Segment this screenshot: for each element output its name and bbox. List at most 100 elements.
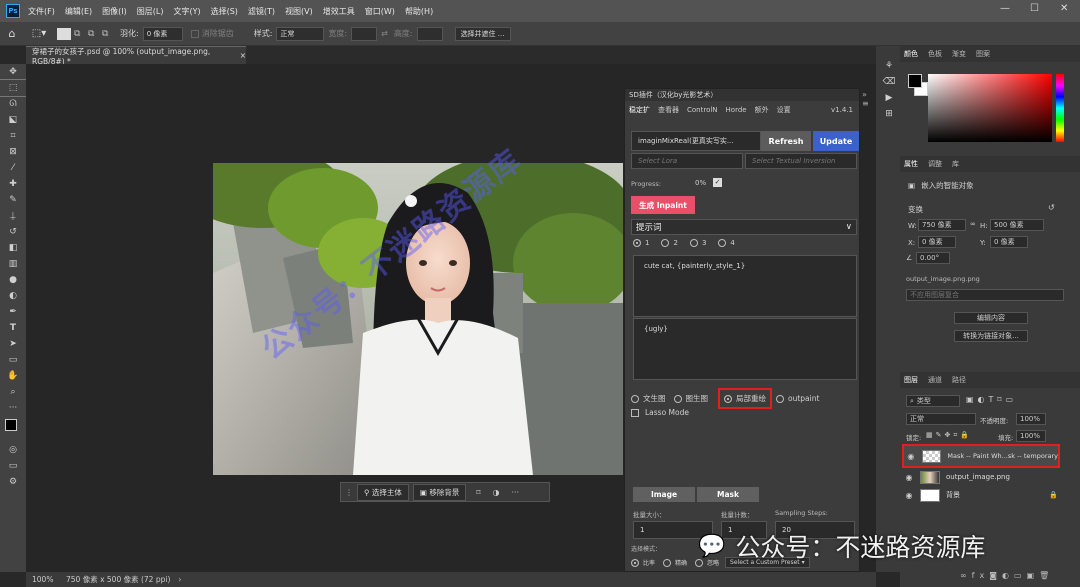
rectangle-tool-icon[interactable]: ▭ (0, 352, 26, 368)
angle-field[interactable]: 0.00° (916, 252, 950, 264)
hue-slider[interactable] (1056, 74, 1064, 142)
menu-edit[interactable]: 编辑(E) (65, 6, 92, 17)
marquee-preset-icon[interactable]: ⬚▾ (24, 28, 54, 39)
sd-tab-stable[interactable]: 稳定扩 (629, 105, 650, 115)
selection-precise-radio[interactable] (663, 558, 672, 567)
color-picker-field[interactable] (928, 74, 1052, 142)
update-button[interactable]: Update (813, 131, 859, 151)
width-input[interactable] (351, 26, 378, 41)
mode-img2img-radio[interactable] (673, 394, 682, 403)
more-tools-icon[interactable]: ··· (0, 400, 26, 416)
new-selection-icon[interactable] (57, 27, 71, 40)
swap-icon[interactable]: ⇄ (381, 29, 388, 38)
add-selection-icon[interactable]: ⧉ (74, 29, 88, 39)
remove-background-button[interactable]: ▣ 移除背景 (412, 483, 467, 501)
height-input[interactable] (416, 26, 443, 41)
layer-row-background[interactable]: ◉ 背景 🔒 (902, 486, 1076, 504)
menu-window[interactable]: 窗口(W) (365, 6, 395, 17)
lock-icons[interactable]: ▦✎✥⌗🔒 (926, 431, 972, 440)
menu-type[interactable]: 文字(Y) (173, 6, 200, 17)
document-tab[interactable]: 穿裙子的女孩子.psd @ 100% (output_image.png, RG… (26, 46, 246, 66)
height-field[interactable]: 500 像素 (990, 219, 1044, 231)
menu-plugins[interactable]: 增效工具 (323, 6, 355, 17)
layer-row-output-image[interactable]: ◉ output_image.png (902, 468, 1076, 486)
feather-input[interactable]: 0 像素 (142, 26, 183, 41)
sd-tab-extras[interactable]: 额外 (755, 105, 769, 115)
y-field[interactable]: 0 像素 (990, 236, 1028, 248)
negative-prompt-textarea[interactable]: {ugly} (633, 318, 857, 380)
close-tab-icon[interactable]: × (240, 51, 246, 60)
positive-prompt-textarea[interactable]: cute cat, {painterly_style_1} (633, 255, 857, 317)
tab-swatches[interactable]: 色板 (928, 49, 942, 59)
menu-file[interactable]: 文件(F) (28, 6, 55, 17)
foreground-color-icon[interactable] (5, 419, 17, 431)
prompt-slot-3-radio[interactable] (689, 239, 698, 247)
transform-icon[interactable]: ⌑ (476, 488, 480, 497)
lasso-tool-icon[interactable]: ᘏ (0, 96, 26, 112)
layer-filter-icons[interactable]: ▣◐T⌑▭ (966, 395, 1017, 404)
screen-mode-icon[interactable]: ▭ (0, 458, 26, 474)
select-textual-inversion-input[interactable]: Select Textual Inversion (745, 153, 857, 169)
tab-properties[interactable]: 属性 (904, 159, 918, 169)
layer-footer-icons[interactable]: ∞fx◙◐▭▣🗑 (960, 571, 1054, 580)
antialias-checkbox[interactable] (190, 29, 199, 38)
hand-tool-icon[interactable]: ✋ (0, 368, 26, 384)
menu-layer[interactable]: 图层(L) (137, 6, 164, 17)
quick-mask-icon[interactable]: ◎ (0, 442, 26, 458)
panel-collapse-strip[interactable]: » ≡ (862, 90, 874, 122)
mode-txt2img-radio[interactable] (631, 394, 639, 403)
expand-panel-icon[interactable]: » (862, 90, 874, 99)
convert-to-linked-button[interactable]: 转换为链接对象... (954, 330, 1028, 342)
frame-tool-icon[interactable]: ⊠ (0, 144, 26, 160)
zoom-level[interactable]: 100% (26, 575, 66, 584)
history-brush-icon[interactable]: ↺ (0, 224, 26, 240)
adjust-icon[interactable]: ◑ (492, 488, 499, 497)
tab-color[interactable]: 颜色 (904, 49, 918, 59)
move-tool-icon[interactable]: ✥ (0, 64, 26, 80)
properties-panel-icon[interactable]: ⊞ (876, 106, 902, 122)
drag-handle-icon[interactable]: ⋮ (345, 488, 353, 497)
panel-menu-icon[interactable]: ≡ (862, 99, 874, 108)
maximize-button[interactable]: ☐ (1030, 3, 1039, 14)
more-options-icon[interactable]: ··· (511, 488, 519, 497)
plugin-icon[interactable]: ⚘ (876, 58, 902, 74)
menu-view[interactable]: 视图(V) (285, 6, 313, 17)
path-select-icon[interactable]: ➤ (0, 336, 26, 352)
menu-help[interactable]: 帮助(H) (405, 6, 433, 17)
intersect-selection-icon[interactable]: ⧉ (102, 29, 120, 39)
sd-tab-settings[interactable]: 设置 (777, 105, 791, 115)
visibility-eye-icon[interactable]: ◉ (902, 473, 916, 482)
sd-tab-horde[interactable]: Horde (726, 106, 747, 114)
layer-comp-select[interactable]: 不应用图层复合 (906, 289, 1064, 301)
prompt-slot-1-radio[interactable] (633, 239, 641, 247)
link-icon[interactable]: ∞ (970, 220, 976, 228)
opacity-field[interactable]: 100% (1016, 413, 1046, 425)
select-lora-input[interactable]: Select Lora (631, 153, 743, 169)
lasso-mode-checkbox[interactable] (631, 408, 639, 417)
pen-tool-icon[interactable]: ✒ (0, 304, 26, 320)
refresh-button[interactable]: Refresh (761, 131, 811, 151)
tab-paths[interactable]: 路径 (952, 375, 966, 385)
type-tool-icon[interactable]: T (0, 320, 26, 336)
subtract-selection-icon[interactable]: ⧉ (88, 29, 102, 39)
tab-libraries[interactable]: 库 (952, 159, 959, 169)
eyedropper-tool-icon[interactable]: ⁄ (0, 160, 26, 176)
generate-inpaint-button[interactable]: 生成 Inpaint (631, 196, 695, 214)
status-arrow-icon[interactable]: › (178, 575, 181, 584)
mask-button[interactable]: Mask (697, 487, 759, 502)
layer-row-mask[interactable]: ◉ Mask -- Paint Wh...sk -- temporary (902, 444, 1060, 468)
crop-tool-icon[interactable]: ⌗ (0, 128, 26, 144)
prompt-section-header[interactable]: 提示词 ∨ (631, 219, 857, 235)
prompt-slot-2-radio[interactable] (661, 239, 670, 247)
collapse-chevron-icon[interactable]: ∨ (846, 222, 852, 232)
sd-tab-controlnet[interactable]: ControlN (687, 106, 718, 114)
dodge-tool-icon[interactable]: ◐ (0, 288, 26, 304)
image-button[interactable]: Image (633, 487, 695, 502)
mode-inpaint-radio[interactable] (724, 394, 732, 403)
marquee-tool-icon[interactable]: ⬚ (0, 79, 27, 97)
menu-image[interactable]: 图像(I) (102, 6, 127, 17)
tab-adjustments[interactable]: 调整 (928, 159, 942, 169)
tab-gradients[interactable]: 渐变 (952, 49, 966, 59)
style-select[interactable]: 正常 (276, 26, 325, 41)
tab-layers[interactable]: 图层 (904, 375, 918, 385)
